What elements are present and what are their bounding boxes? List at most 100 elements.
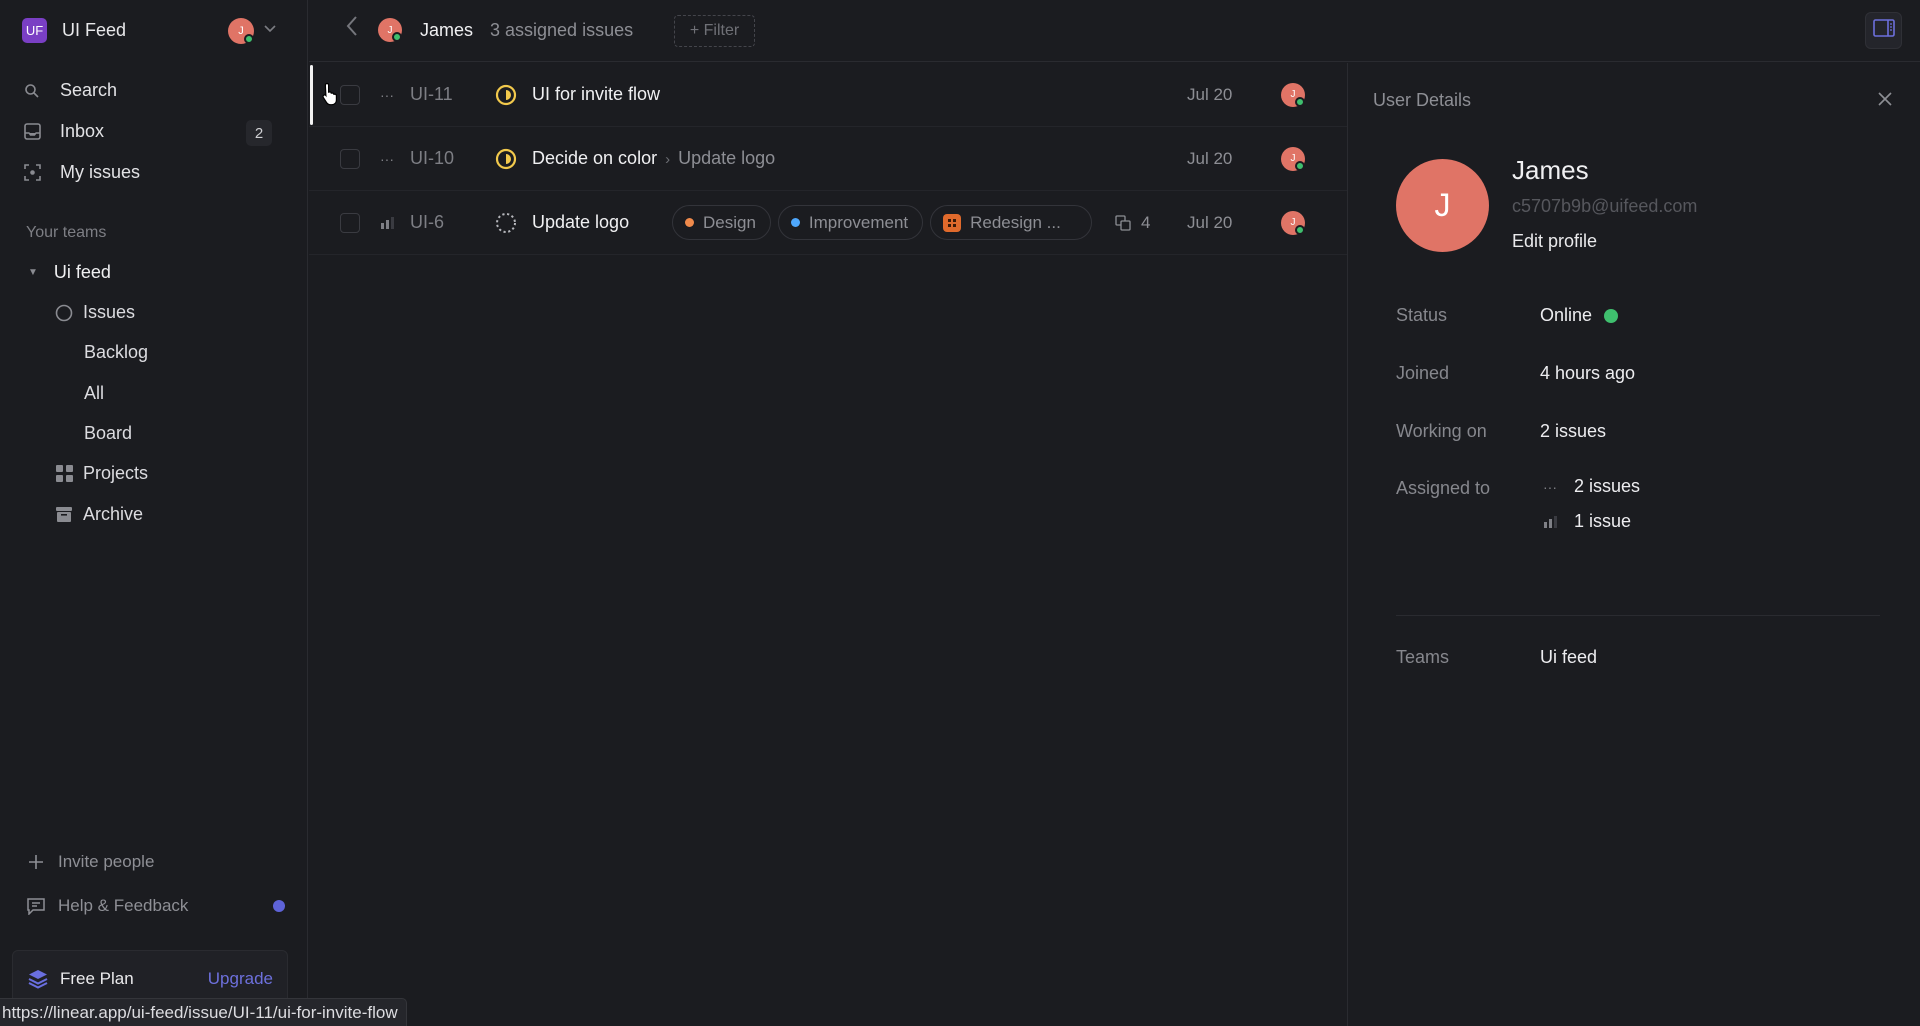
assignee-avatar[interactable]: J (1281, 210, 1305, 235)
issues-circle-icon (54, 303, 74, 323)
nav-search[interactable]: Search (22, 80, 117, 101)
inbox-count-badge: 2 (246, 120, 272, 146)
parent-issue-link[interactable]: Update logo (678, 148, 775, 168)
detail-label: Working on (1396, 421, 1487, 441)
assigned-count: 1 issue (1574, 511, 1632, 531)
close-icon[interactable] (1878, 89, 1892, 112)
invite-people-button[interactable]: Invite people (26, 852, 154, 872)
team-item-archive[interactable]: Archive (54, 504, 143, 525)
detail-value[interactable]: Ui feed (1540, 647, 1597, 668)
detail-label: Teams (1396, 647, 1450, 667)
online-status-dot (1604, 308, 1619, 323)
issue-title-text: Decide on color (532, 148, 658, 168)
issue-id: UI-6 (410, 212, 445, 232)
team-item-all-label: All (84, 383, 105, 403)
workspace-logo: UF (22, 18, 47, 43)
hand-pointer-cursor-icon (322, 82, 342, 111)
online-indicator (392, 32, 402, 42)
issue-date: Jul 20 (1187, 84, 1233, 104)
issue-row[interactable]: ··· UI-10 Decide on color › Update logo Ju… (309, 127, 1347, 191)
team-item-backlog[interactable]: Backlog (84, 342, 148, 363)
my-issues-icon (22, 163, 42, 183)
upgrade-link[interactable]: Upgrade (208, 969, 273, 989)
back-chevron-icon[interactable] (345, 15, 359, 43)
issue-list: ··· UI-11 UI for invite flow Jul 20 J ··… (309, 63, 1347, 255)
avatar-initial: J (1290, 153, 1296, 164)
assignee-avatar[interactable]: J (1281, 82, 1305, 107)
nav-my-issues[interactable]: My issues (22, 162, 140, 183)
detail-status: Status Online (1396, 305, 1619, 326)
caret-down-icon: ▼ (28, 267, 38, 278)
issue-title: Decide on color › Update logo (532, 148, 775, 169)
inbox-icon (22, 122, 42, 142)
team-item-issues[interactable]: Issues (54, 302, 135, 323)
layers-icon (27, 968, 49, 995)
issue-checkbox[interactable] (340, 212, 360, 233)
medium-priority-icon (1540, 515, 1560, 528)
issue-date: Jul 20 (1187, 212, 1233, 232)
archive-box-icon (54, 505, 74, 525)
team-ui-feed[interactable]: ▼ Ui feed (28, 262, 111, 283)
status-value: Online (1540, 305, 1593, 325)
detail-value: 4 hours ago (1540, 363, 1636, 383)
issue-checkbox[interactable] (340, 84, 360, 105)
label-chip-design[interactable]: Design (672, 205, 771, 240)
chevron-down-icon[interactable] (264, 22, 276, 36)
online-indicator (1295, 224, 1305, 235)
label-chip-improvement[interactable]: Improvement (777, 205, 924, 240)
unread-indicator-dot (273, 900, 285, 912)
panel-title: User Details (1373, 90, 1472, 110)
detail-working-on: Working on 2 issues (1396, 421, 1606, 442)
issue-title-text: UI for invite flow (532, 84, 661, 104)
issue-checkbox[interactable] (340, 148, 360, 169)
team-item-board[interactable]: Board (84, 423, 132, 444)
issue-row[interactable]: ··· UI-11 UI for invite flow Jul 20 J (309, 63, 1347, 127)
issue-title-text: Update logo (532, 212, 630, 232)
project-chip[interactable]: Redesign ... (930, 205, 1093, 240)
status-bar-url: https://linear.app/ui-feed/issue/UI-11/u… (0, 998, 407, 1026)
issue-title: Update logo (532, 212, 629, 233)
sub-issue-count[interactable]: 4 (1115, 213, 1150, 233)
backlog-status-icon[interactable] (495, 212, 517, 234)
medium-priority-icon[interactable] (377, 216, 397, 229)
user-avatar[interactable]: J (228, 18, 254, 44)
workspace-name: UI Feed (62, 20, 127, 40)
assignee-avatar[interactable]: J (1281, 146, 1305, 171)
team-item-issues-label: Issues (83, 302, 136, 322)
assigned-row[interactable]: 1 issue (1540, 504, 1640, 539)
detail-joined: Joined 4 hours ago (1396, 363, 1635, 384)
divider (1396, 615, 1880, 616)
issue-row[interactable]: UI-6 Update logo Design Improvement Rede… (309, 191, 1347, 255)
issue-date: Jul 20 (1187, 148, 1233, 168)
user-details-panel: User Details J James c5707b9b@uifeed.com… (1347, 63, 1920, 1026)
online-indicator (244, 34, 254, 44)
no-priority-icon[interactable]: ··· (377, 87, 397, 103)
sub-issues-icon (1115, 214, 1131, 231)
no-priority-icon: ··· (1543, 478, 1557, 495)
feedback-chat-icon (26, 897, 46, 915)
sidebar-panel-icon (1872, 19, 1895, 42)
profile-avatar: J (1396, 159, 1489, 252)
sidebar: UF UI Feed J Search Inbox 2 My issues Yo… (0, 0, 308, 1026)
team-item-all[interactable]: All (84, 383, 104, 404)
assigned-breakdown: ··· 2 issues 1 issue (1540, 469, 1640, 539)
filter-button[interactable]: + Filter (674, 15, 755, 47)
help-feedback-button[interactable]: Help & Feedback (26, 896, 188, 916)
detail-value[interactable]: 2 issues (1540, 421, 1606, 442)
edit-profile-link[interactable]: Edit profile (1512, 231, 1597, 252)
assigned-row[interactable]: ··· 2 issues (1540, 469, 1640, 504)
no-priority-icon[interactable]: ··· (377, 151, 397, 167)
toggle-details-panel-button[interactable] (1865, 12, 1902, 49)
in-progress-status-icon[interactable] (495, 84, 517, 106)
page-header: J James 3 assigned issues + Filter (309, 0, 1920, 62)
nav-inbox[interactable]: Inbox (22, 121, 104, 142)
sub-issue-count-value: 4 (1141, 212, 1151, 232)
team-item-projects[interactable]: Projects (54, 463, 148, 484)
issue-title: UI for invite flow (532, 84, 660, 105)
profile-email: c5707b9b@uifeed.com (1512, 196, 1698, 216)
projects-grid-icon (54, 464, 74, 484)
in-progress-status-icon[interactable] (495, 148, 517, 170)
detail-label: Joined (1396, 363, 1450, 383)
workspace-switcher[interactable]: UF UI Feed (22, 18, 126, 43)
header-user-name: James (420, 20, 474, 40)
